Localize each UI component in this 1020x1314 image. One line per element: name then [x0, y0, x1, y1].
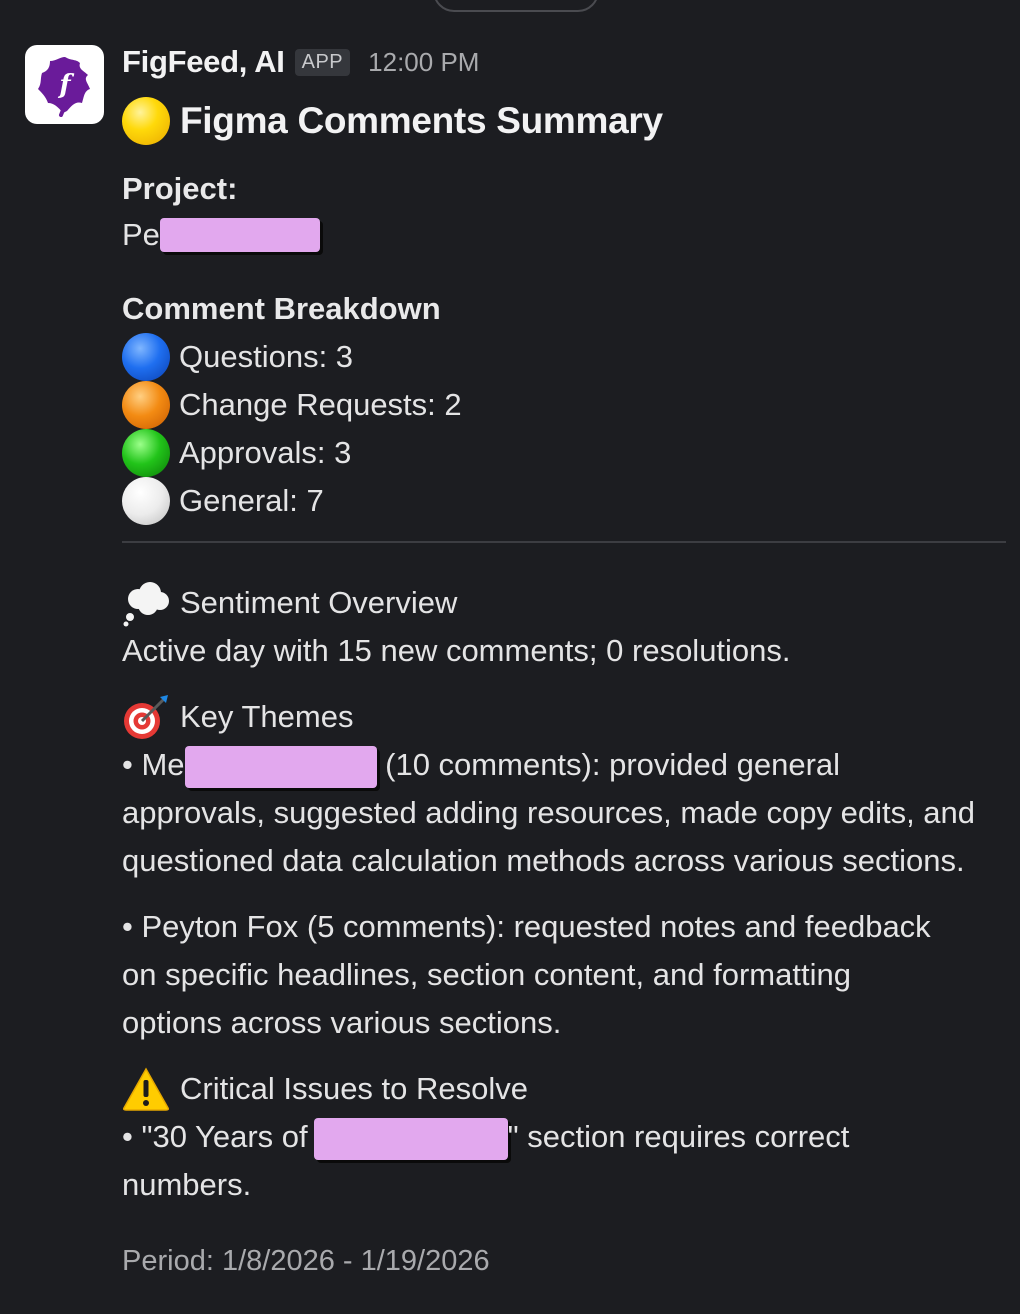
theme1-prefix: • Me: [122, 747, 185, 782]
issue1-line2: numbers.: [122, 1167, 252, 1202]
theme1-line1-rest: (10 comments): provided general: [376, 747, 841, 782]
theme2-line3: options across various sections.: [122, 1005, 562, 1040]
breakdown-title: Comment Breakdown: [122, 291, 441, 326]
message-timestamp[interactable]: 12:00 PM: [368, 47, 479, 78]
issue1-prefix: • "30 Years of: [122, 1119, 308, 1154]
white-circle-icon: [122, 477, 170, 525]
breakdown-label: Approvals: 3: [179, 435, 352, 470]
breakdown-label: General: 7: [179, 483, 324, 518]
themes-heading: Key Themes: [122, 693, 1002, 741]
issue-item-1: • "30 Years of " section requires correct: [122, 1113, 1002, 1161]
theme-item-1: • Me (10 comments): provided general: [122, 741, 1002, 789]
period-text: Period: 1/8/2026 - 1/19/2026: [122, 1245, 490, 1277]
issue1-rest: " section requires correct: [507, 1119, 850, 1154]
redacted-block: [313, 1117, 508, 1160]
redacted-block: [184, 745, 377, 788]
breakdown-questions: Questions: 3: [122, 333, 1002, 381]
blue-circle-icon: [122, 333, 170, 381]
app-avatar[interactable]: f: [25, 45, 104, 124]
scroll-indicator-pill: [433, 0, 599, 12]
app-badge: APP: [294, 48, 351, 76]
sender-name[interactable]: FigFeed, AI: [122, 44, 285, 80]
direct-hit-target-icon: [124, 695, 168, 739]
message: FigFeed, AI APP 12:00 PM Figma Comments …: [122, 40, 1006, 1285]
theme1-line3: questioned data calculation methods acro…: [122, 843, 965, 878]
redacted-block: [159, 218, 320, 252]
sentiment-text: Active day with 15 new comments; 0 resol…: [122, 633, 791, 668]
issues-heading: Critical Issues to Resolve: [122, 1065, 1002, 1113]
themes-title: Key Themes: [180, 699, 354, 734]
project-label: Project:: [122, 171, 238, 206]
message-header: FigFeed, AI APP 12:00 PM: [122, 40, 1002, 84]
sentiment-title: Sentiment Overview: [180, 585, 458, 620]
figfeed-leaf-logo-icon: f: [37, 56, 90, 117]
theme1-line2: approvals, suggested adding resources, m…: [122, 795, 976, 830]
breakdown-label: Questions: 3: [179, 339, 354, 374]
breakdown-change-requests: Change Requests: 2: [122, 381, 1002, 429]
green-circle-icon: [122, 429, 170, 477]
yellow-circle-icon: [122, 97, 170, 145]
summary-title-row: Figma Comments Summary: [122, 97, 1002, 145]
issues-title: Critical Issues to Resolve: [180, 1071, 529, 1106]
breakdown-general: General: 7: [122, 477, 1002, 525]
breakdown-label: Change Requests: 2: [179, 387, 462, 422]
theme2-line1: • Peyton Fox (5 comments): requested not…: [122, 909, 931, 944]
project-value: Pe: [122, 211, 1002, 259]
sentiment-heading: Sentiment Overview: [122, 579, 1002, 627]
project-name-visible: Pe: [122, 217, 160, 252]
theme2-line2: on specific headlines, section content, …: [122, 957, 851, 992]
warning-icon: [123, 1067, 169, 1111]
section-divider: [122, 541, 1006, 543]
thought-balloon-icon: [123, 582, 169, 627]
breakdown-approvals: Approvals: 3: [122, 429, 1002, 477]
orange-circle-icon: [122, 381, 170, 429]
summary-title: Figma Comments Summary: [180, 100, 663, 141]
